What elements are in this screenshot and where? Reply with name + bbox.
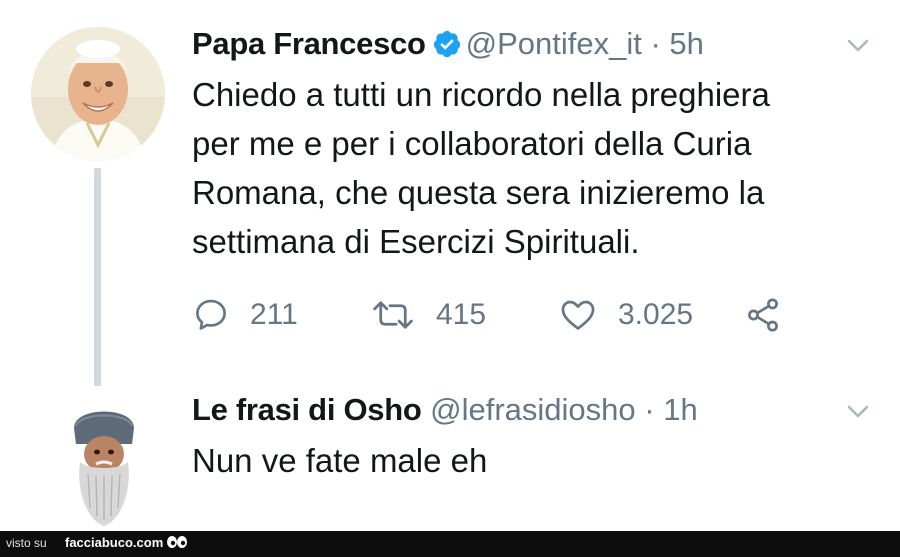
separator-dot: · (644, 392, 655, 427)
share-action[interactable] (744, 290, 782, 340)
footer-prefix: visto su (6, 536, 47, 550)
avatar-le-frasi-di-osho[interactable] (66, 398, 142, 528)
reply-count: 211 (250, 298, 298, 331)
tweet-header: Le frasi di Osho @lefrasidiosho · 1h (192, 390, 698, 430)
avatar-image (31, 27, 165, 161)
reply-icon (196, 299, 226, 330)
avatar-papa-francesco[interactable] (31, 27, 165, 161)
tweet-header: Papa Francesco @Pontifex_it · 5h (192, 24, 704, 64)
like-count: 3.025 (618, 298, 694, 331)
footer-brand[interactable]: facciabuco.com (65, 535, 163, 550)
author-handle[interactable]: @lefrasidiosho (430, 392, 636, 427)
author-name[interactable]: Le frasi di Osho (192, 392, 422, 427)
retweet-action[interactable]: 415 (370, 290, 486, 340)
tweet-text: Chiedo a tutti un ricordo nella preghier… (192, 76, 770, 260)
eyes-icon (167, 536, 187, 548)
separator-dot: · (650, 26, 661, 61)
tweet-text: Nun ve fate male eh (192, 442, 488, 479)
retweet-icon (373, 301, 413, 329)
author-handle[interactable]: @Pontifex_it (466, 26, 642, 61)
chevron-down-icon[interactable] (846, 404, 870, 420)
thread-connector-line (94, 168, 101, 386)
timestamp[interactable]: 5h (669, 26, 703, 61)
retweet-count: 415 (436, 298, 487, 331)
share-icon (748, 298, 778, 332)
timestamp[interactable]: 1h (663, 392, 697, 427)
watermark-footer: visto su facciabuco.com (0, 531, 900, 557)
like-action[interactable]: 3.025 (558, 290, 693, 340)
like-icon (561, 300, 595, 330)
verified-badge-icon (433, 30, 460, 58)
author-name[interactable]: Papa Francesco (192, 26, 426, 61)
chevron-down-icon[interactable] (846, 38, 870, 54)
reply-action[interactable]: 211 (192, 290, 298, 340)
avatar-image (66, 398, 142, 528)
